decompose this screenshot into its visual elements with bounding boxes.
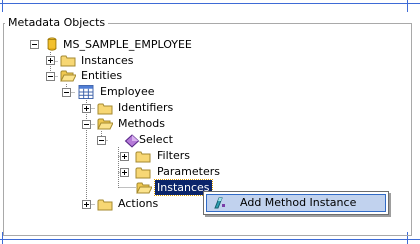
folder-icon: [97, 103, 113, 115]
entities-collapse-toggle[interactable]: [46, 72, 55, 81]
tree-item-select[interactable]: Select: [137, 132, 175, 147]
folder-open-icon: [136, 182, 152, 194]
methods-collapse-toggle[interactable]: [82, 120, 91, 129]
filters-expand-toggle[interactable]: [120, 152, 129, 161]
folder-icon: [97, 199, 113, 211]
actions-expand-toggle[interactable]: [82, 200, 91, 209]
tree-item-instances[interactable]: Instances: [79, 53, 136, 68]
select-collapse-toggle[interactable]: [97, 136, 106, 145]
database-cylinder-icon: [47, 37, 57, 51]
folder-icon: [135, 151, 151, 163]
tree-item-root[interactable]: MS_SAMPLE_EMPLOYEE: [61, 37, 194, 52]
tree-item-actions[interactable]: Actions: [116, 196, 160, 211]
employee-collapse-toggle[interactable]: [62, 88, 71, 97]
tree-item-parameters[interactable]: Parameters: [155, 164, 222, 179]
tree-item-employee[interactable]: Employee: [98, 84, 156, 99]
tree-item-identifiers[interactable]: Identifiers: [116, 100, 175, 115]
folder-open-icon: [97, 118, 113, 130]
folder-icon: [60, 55, 76, 67]
root-collapse-toggle[interactable]: [30, 40, 39, 49]
parameters-expand-toggle[interactable]: [120, 168, 129, 177]
context-menu: Add Method Instance: [203, 191, 389, 215]
tree-item-filters[interactable]: Filters: [155, 148, 192, 163]
entity-table-icon: [78, 85, 94, 99]
tree-item-entities[interactable]: Entities: [79, 68, 124, 83]
folder-open-icon: [60, 70, 76, 82]
menu-item-label: Add Method Instance: [240, 196, 357, 209]
instances-expand-toggle[interactable]: [46, 56, 55, 65]
menu-item-add-method-instance[interactable]: Add Method Instance: [206, 194, 386, 212]
tree-item-methods[interactable]: Methods: [116, 116, 167, 131]
identifiers-expand-toggle[interactable]: [82, 104, 91, 113]
folder-icon: [135, 167, 151, 179]
method-instance-icon: [214, 197, 225, 209]
